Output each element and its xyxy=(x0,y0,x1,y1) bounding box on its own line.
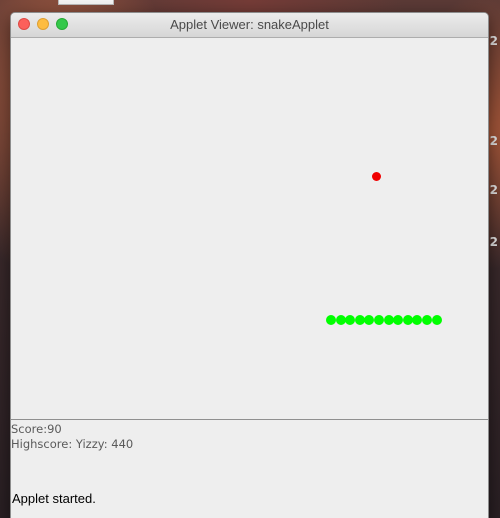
highscore-name: Yizzy: xyxy=(75,437,108,451)
applet-viewer-window: Applet Viewer: snakeApplet Score:90 High… xyxy=(10,12,489,518)
desktop-window-fragment xyxy=(58,0,114,5)
score-label: Score: xyxy=(11,422,48,436)
desktop-edge-mark: 2 xyxy=(489,183,498,197)
desktop-edge-mark: 2 xyxy=(489,34,498,48)
snake-segment xyxy=(422,315,432,325)
snake-head xyxy=(431,315,442,325)
snake-segment xyxy=(374,315,384,325)
desktop-edge-mark: 2 xyxy=(489,134,498,148)
snake-segment xyxy=(393,315,404,325)
highscore-display: Highscore: Yizzy: 440 xyxy=(11,437,133,451)
highscore-value: 440 xyxy=(111,437,134,451)
snake-segment xyxy=(345,315,356,325)
score-value: 90 xyxy=(47,422,62,436)
snake-segment xyxy=(364,315,375,325)
highscore-label: Highscore: xyxy=(11,437,73,451)
snake-segment xyxy=(335,315,346,325)
desktop-edge-mark: 2 xyxy=(489,235,498,249)
food-pellet xyxy=(372,172,381,181)
snake-game-canvas[interactable] xyxy=(11,40,488,420)
window-titlebar[interactable]: Applet Viewer: snakeApplet xyxy=(11,13,488,38)
applet-status-text: Applet started. xyxy=(12,491,96,506)
window-title: Applet Viewer: snakeApplet xyxy=(170,17,329,32)
snake-segment xyxy=(402,315,413,325)
score-panel: Score:90 Highscore: Yizzy: 440 Applet st… xyxy=(11,420,488,518)
snake-segment xyxy=(383,315,394,325)
snake-segment xyxy=(354,315,365,325)
snake-segment xyxy=(326,315,336,325)
score-display: Score:90 xyxy=(11,422,62,436)
snake-segment xyxy=(412,315,423,325)
